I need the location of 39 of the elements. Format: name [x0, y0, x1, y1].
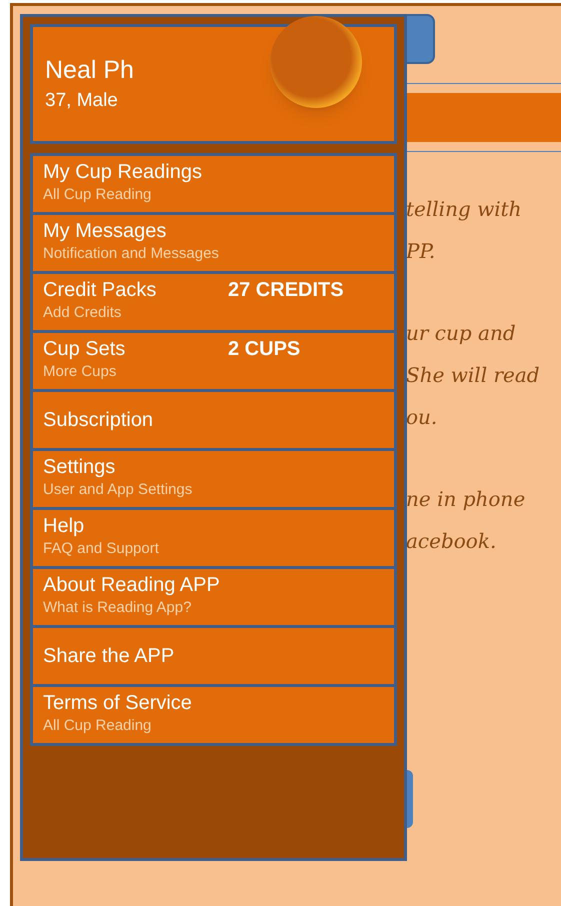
menu-item-title: Settings	[43, 455, 116, 480]
menu-item-subtitle: User and App Settings	[43, 480, 192, 500]
paragraph-line: telling with	[406, 196, 523, 223]
menu-item-subtitle: FAQ and Support	[43, 539, 159, 559]
menu-item-title: Share the APP	[43, 644, 174, 669]
paragraph-line: PP.	[406, 238, 436, 265]
menu-item-title: Subscription	[43, 408, 154, 433]
menu-item-subtitle: More Cups	[43, 362, 116, 382]
profile-name: Neal Ph	[45, 55, 135, 86]
menu-item-title: Help	[43, 514, 84, 539]
menu-item[interactable]: Credit Packs Add Credits 27 CREDITS	[30, 271, 397, 330]
menu-item-title: Terms of Service	[43, 691, 192, 716]
menu-item[interactable]: Cup Sets More Cups 2 CUPS	[30, 330, 397, 389]
menu-item[interactable]: Settings User and App Settings	[30, 448, 397, 507]
menu-item[interactable]: Terms of Service All Cup Reading	[30, 684, 397, 746]
count-label: 27 CREDITS	[228, 278, 344, 303]
menu-item[interactable]: Share the APP	[30, 625, 397, 684]
menu-item-subtitle: Notification and Messages	[43, 244, 219, 264]
menu-item-title: Cup Sets	[43, 337, 126, 362]
paragraph-line: She will read	[406, 362, 540, 389]
count-label: 2 CUPS	[228, 337, 300, 362]
menu-item-subtitle: All Cup Reading	[43, 716, 152, 736]
menu-item[interactable]: My Cup Readings All Cup Reading	[30, 153, 397, 212]
menu-item[interactable]: My Messages Notification and Messages	[30, 212, 397, 271]
paragraph-line: ne in phone	[406, 486, 526, 513]
menu-item-subtitle: All Cup Reading	[43, 185, 152, 205]
menu-item-title: Credit Packs	[43, 278, 156, 303]
menu-item-title: My Messages	[43, 219, 166, 244]
paragraph-line: ur cup and	[406, 320, 517, 347]
menu-item[interactable]: Help FAQ and Support	[30, 507, 397, 566]
profile-details: 37, Male	[45, 89, 119, 113]
paragraph-line: acebook.	[406, 528, 498, 555]
menu-item-subtitle: Add Credits	[43, 303, 122, 323]
paragraph-line: ou.	[406, 404, 438, 431]
menu-item-title: About Reading APP	[43, 573, 220, 598]
menu-item[interactable]: Subscription	[30, 389, 397, 448]
menu-item[interactable]: About Reading APP What is Reading App?	[30, 566, 397, 625]
menu-item-subtitle: What is Reading App?	[43, 598, 192, 618]
menu-item-title: My Cup Readings	[43, 160, 202, 185]
